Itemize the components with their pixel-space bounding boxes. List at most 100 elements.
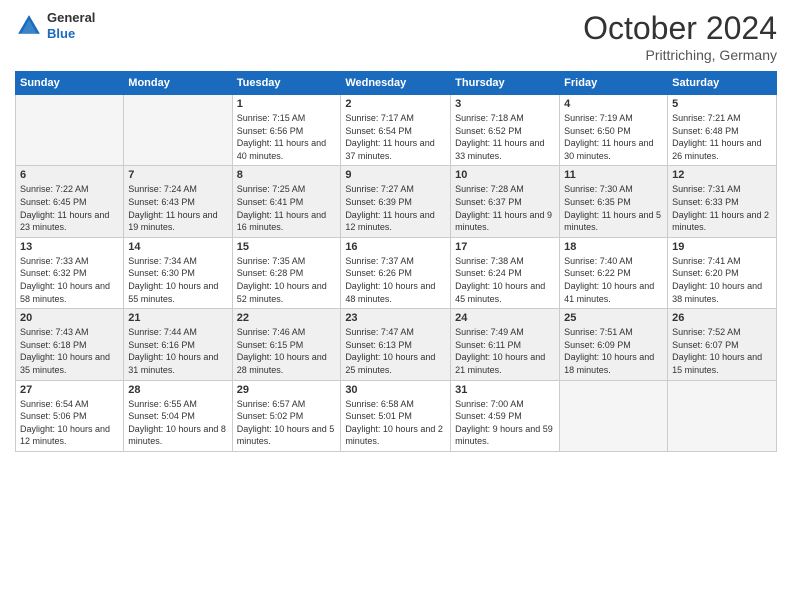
calendar-cell: 19Sunrise: 7:41 AM Sunset: 6:20 PM Dayli… xyxy=(668,237,777,308)
calendar-cell: 23Sunrise: 7:47 AM Sunset: 6:13 PM Dayli… xyxy=(341,309,451,380)
calendar-cell: 7Sunrise: 7:24 AM Sunset: 6:43 PM Daylig… xyxy=(124,166,232,237)
day-number: 11 xyxy=(564,169,663,181)
calendar-cell: 22Sunrise: 7:46 AM Sunset: 6:15 PM Dayli… xyxy=(232,309,341,380)
day-detail: Sunrise: 7:49 AM Sunset: 6:11 PM Dayligh… xyxy=(455,326,555,376)
calendar-cell: 15Sunrise: 7:35 AM Sunset: 6:28 PM Dayli… xyxy=(232,237,341,308)
day-number: 4 xyxy=(564,98,663,110)
day-number: 7 xyxy=(128,169,227,181)
calendar-cell: 2Sunrise: 7:17 AM Sunset: 6:54 PM Daylig… xyxy=(341,95,451,166)
weekday-header: Tuesday xyxy=(232,72,341,95)
calendar-cell: 11 Sunrise: 7:30 AM Sunset: 6:35 PM Dayli… xyxy=(560,166,668,237)
day-detail: Sunrise: 7:40 AM Sunset: 6:22 PM Dayligh… xyxy=(564,255,663,305)
day-number: 9 xyxy=(345,169,446,181)
calendar-cell xyxy=(16,95,124,166)
calendar-cell: 16 Sunrise: 7:37 AM Sunset: 6:26 PM Dayli… xyxy=(341,237,451,308)
day-number: 24 xyxy=(455,312,555,324)
day-number: 23 xyxy=(345,312,446,324)
calendar-cell: 5 Sunrise: 7:21 AM Sunset: 6:48 PM Daylig… xyxy=(668,95,777,166)
day-number: 5 xyxy=(672,98,772,110)
day-number: 3 xyxy=(455,98,555,110)
day-detail: Sunrise: 7:31 AM Sunset: 6:33 PM Dayligh… xyxy=(672,183,772,233)
day-number: 2 xyxy=(345,98,446,110)
day-detail: Sunrise: 7:33 AM Sunset: 6:32 PM Dayligh… xyxy=(20,255,119,305)
day-number: 16 xyxy=(345,241,446,253)
calendar-cell: 3 Sunrise: 7:18 AM Sunset: 6:52 PM Daylig… xyxy=(451,95,560,166)
subtitle: Prittriching, Germany xyxy=(583,47,777,63)
calendar-cell: 4 Sunrise: 7:19 AM Sunset: 6:50 PM Daylig… xyxy=(560,95,668,166)
day-detail: Sunrise: 7:00 AM Sunset: 4:59 PM Dayligh… xyxy=(455,398,555,448)
logo-general: General xyxy=(47,10,95,26)
day-detail: Sunrise: 7:21 AM Sunset: 6:48 PM Dayligh… xyxy=(672,112,772,162)
logo: General Blue xyxy=(15,10,95,41)
day-detail: Sunrise: 7:15 AM Sunset: 6:56 PM Dayligh… xyxy=(237,112,337,162)
title-block: October 2024 Prittriching, Germany xyxy=(583,10,777,63)
page: General Blue October 2024 Prittriching, … xyxy=(0,0,792,612)
day-detail: Sunrise: 7:18 AM Sunset: 6:52 PM Dayligh… xyxy=(455,112,555,162)
day-number: 10 xyxy=(455,169,555,181)
day-detail: Sunrise: 7:41 AM Sunset: 6:20 PM Dayligh… xyxy=(672,255,772,305)
calendar-week-row: 6Sunrise: 7:22 AM Sunset: 6:45 PM Daylig… xyxy=(16,166,777,237)
calendar-cell: 9 Sunrise: 7:27 AM Sunset: 6:39 PM Daylig… xyxy=(341,166,451,237)
day-number: 13 xyxy=(20,241,119,253)
day-number: 12 xyxy=(672,169,772,181)
weekday-header: Friday xyxy=(560,72,668,95)
day-detail: Sunrise: 7:51 AM Sunset: 6:09 PM Dayligh… xyxy=(564,326,663,376)
day-detail: Sunrise: 7:37 AM Sunset: 6:26 PM Dayligh… xyxy=(345,255,446,305)
calendar-cell: 12 Sunrise: 7:31 AM Sunset: 6:33 PM Dayli… xyxy=(668,166,777,237)
day-number: 20 xyxy=(20,312,119,324)
day-detail: Sunrise: 6:54 AM Sunset: 5:06 PM Dayligh… xyxy=(20,398,119,448)
calendar-cell: 14Sunrise: 7:34 AM Sunset: 6:30 PM Dayli… xyxy=(124,237,232,308)
calendar-week-row: 27 Sunrise: 6:54 AM Sunset: 5:06 PM Dayli… xyxy=(16,380,777,451)
calendar-cell: 6Sunrise: 7:22 AM Sunset: 6:45 PM Daylig… xyxy=(16,166,124,237)
day-detail: Sunrise: 7:28 AM Sunset: 6:37 PM Dayligh… xyxy=(455,183,555,233)
day-number: 27 xyxy=(20,384,119,396)
day-number: 15 xyxy=(237,241,337,253)
weekday-header: Thursday xyxy=(451,72,560,95)
calendar-week-row: 20 Sunrise: 7:43 AM Sunset: 6:18 PM Dayli… xyxy=(16,309,777,380)
weekday-header-row: SundayMondayTuesdayWednesdayThursdayFrid… xyxy=(16,72,777,95)
day-detail: Sunrise: 7:44 AM Sunset: 6:16 PM Dayligh… xyxy=(128,326,227,376)
day-number: 6 xyxy=(20,169,119,181)
calendar-cell xyxy=(560,380,668,451)
calendar-cell: 21Sunrise: 7:44 AM Sunset: 6:16 PM Dayli… xyxy=(124,309,232,380)
calendar-week-row: 1 Sunrise: 7:15 AM Sunset: 6:56 PM Daylig… xyxy=(16,95,777,166)
day-number: 1 xyxy=(237,98,337,110)
calendar-cell: 18 Sunrise: 7:40 AM Sunset: 6:22 PM Dayli… xyxy=(560,237,668,308)
day-detail: Sunrise: 6:57 AM Sunset: 5:02 PM Dayligh… xyxy=(237,398,337,448)
day-detail: Sunrise: 7:30 AM Sunset: 6:35 PM Dayligh… xyxy=(564,183,663,233)
day-number: 18 xyxy=(564,241,663,253)
calendar-week-row: 13 Sunrise: 7:33 AM Sunset: 6:32 PM Dayli… xyxy=(16,237,777,308)
calendar-cell: 27 Sunrise: 6:54 AM Sunset: 5:06 PM Dayli… xyxy=(16,380,124,451)
day-number: 22 xyxy=(237,312,337,324)
weekday-header: Saturday xyxy=(668,72,777,95)
weekday-header: Sunday xyxy=(16,72,124,95)
calendar-cell: 1 Sunrise: 7:15 AM Sunset: 6:56 PM Daylig… xyxy=(232,95,341,166)
day-number: 28 xyxy=(128,384,227,396)
day-detail: Sunrise: 7:19 AM Sunset: 6:50 PM Dayligh… xyxy=(564,112,663,162)
day-detail: Sunrise: 7:27 AM Sunset: 6:39 PM Dayligh… xyxy=(345,183,446,233)
day-number: 8 xyxy=(237,169,337,181)
calendar-cell: 24 Sunrise: 7:49 AM Sunset: 6:11 PM Dayli… xyxy=(451,309,560,380)
header: General Blue October 2024 Prittriching, … xyxy=(15,10,777,63)
calendar-cell: 20 Sunrise: 7:43 AM Sunset: 6:18 PM Dayli… xyxy=(16,309,124,380)
calendar-cell: 25 Sunrise: 7:51 AM Sunset: 6:09 PM Dayli… xyxy=(560,309,668,380)
day-detail: Sunrise: 7:43 AM Sunset: 6:18 PM Dayligh… xyxy=(20,326,119,376)
calendar-cell: 31Sunrise: 7:00 AM Sunset: 4:59 PM Dayli… xyxy=(451,380,560,451)
day-detail: Sunrise: 6:55 AM Sunset: 5:04 PM Dayligh… xyxy=(128,398,227,448)
day-number: 29 xyxy=(237,384,337,396)
calendar-cell xyxy=(668,380,777,451)
weekday-header: Wednesday xyxy=(341,72,451,95)
day-detail: Sunrise: 7:34 AM Sunset: 6:30 PM Dayligh… xyxy=(128,255,227,305)
calendar-cell xyxy=(124,95,232,166)
day-number: 26 xyxy=(672,312,772,324)
calendar: SundayMondayTuesdayWednesdayThursdayFrid… xyxy=(15,71,777,452)
day-detail: Sunrise: 7:25 AM Sunset: 6:41 PM Dayligh… xyxy=(237,183,337,233)
day-number: 30 xyxy=(345,384,446,396)
logo-blue: Blue xyxy=(47,26,95,42)
day-detail: Sunrise: 7:52 AM Sunset: 6:07 PM Dayligh… xyxy=(672,326,772,376)
calendar-cell: 28 Sunrise: 6:55 AM Sunset: 5:04 PM Dayli… xyxy=(124,380,232,451)
calendar-cell: 13 Sunrise: 7:33 AM Sunset: 6:32 PM Dayli… xyxy=(16,237,124,308)
logo-icon xyxy=(15,12,43,40)
day-number: 25 xyxy=(564,312,663,324)
calendar-cell: 26 Sunrise: 7:52 AM Sunset: 6:07 PM Dayli… xyxy=(668,309,777,380)
